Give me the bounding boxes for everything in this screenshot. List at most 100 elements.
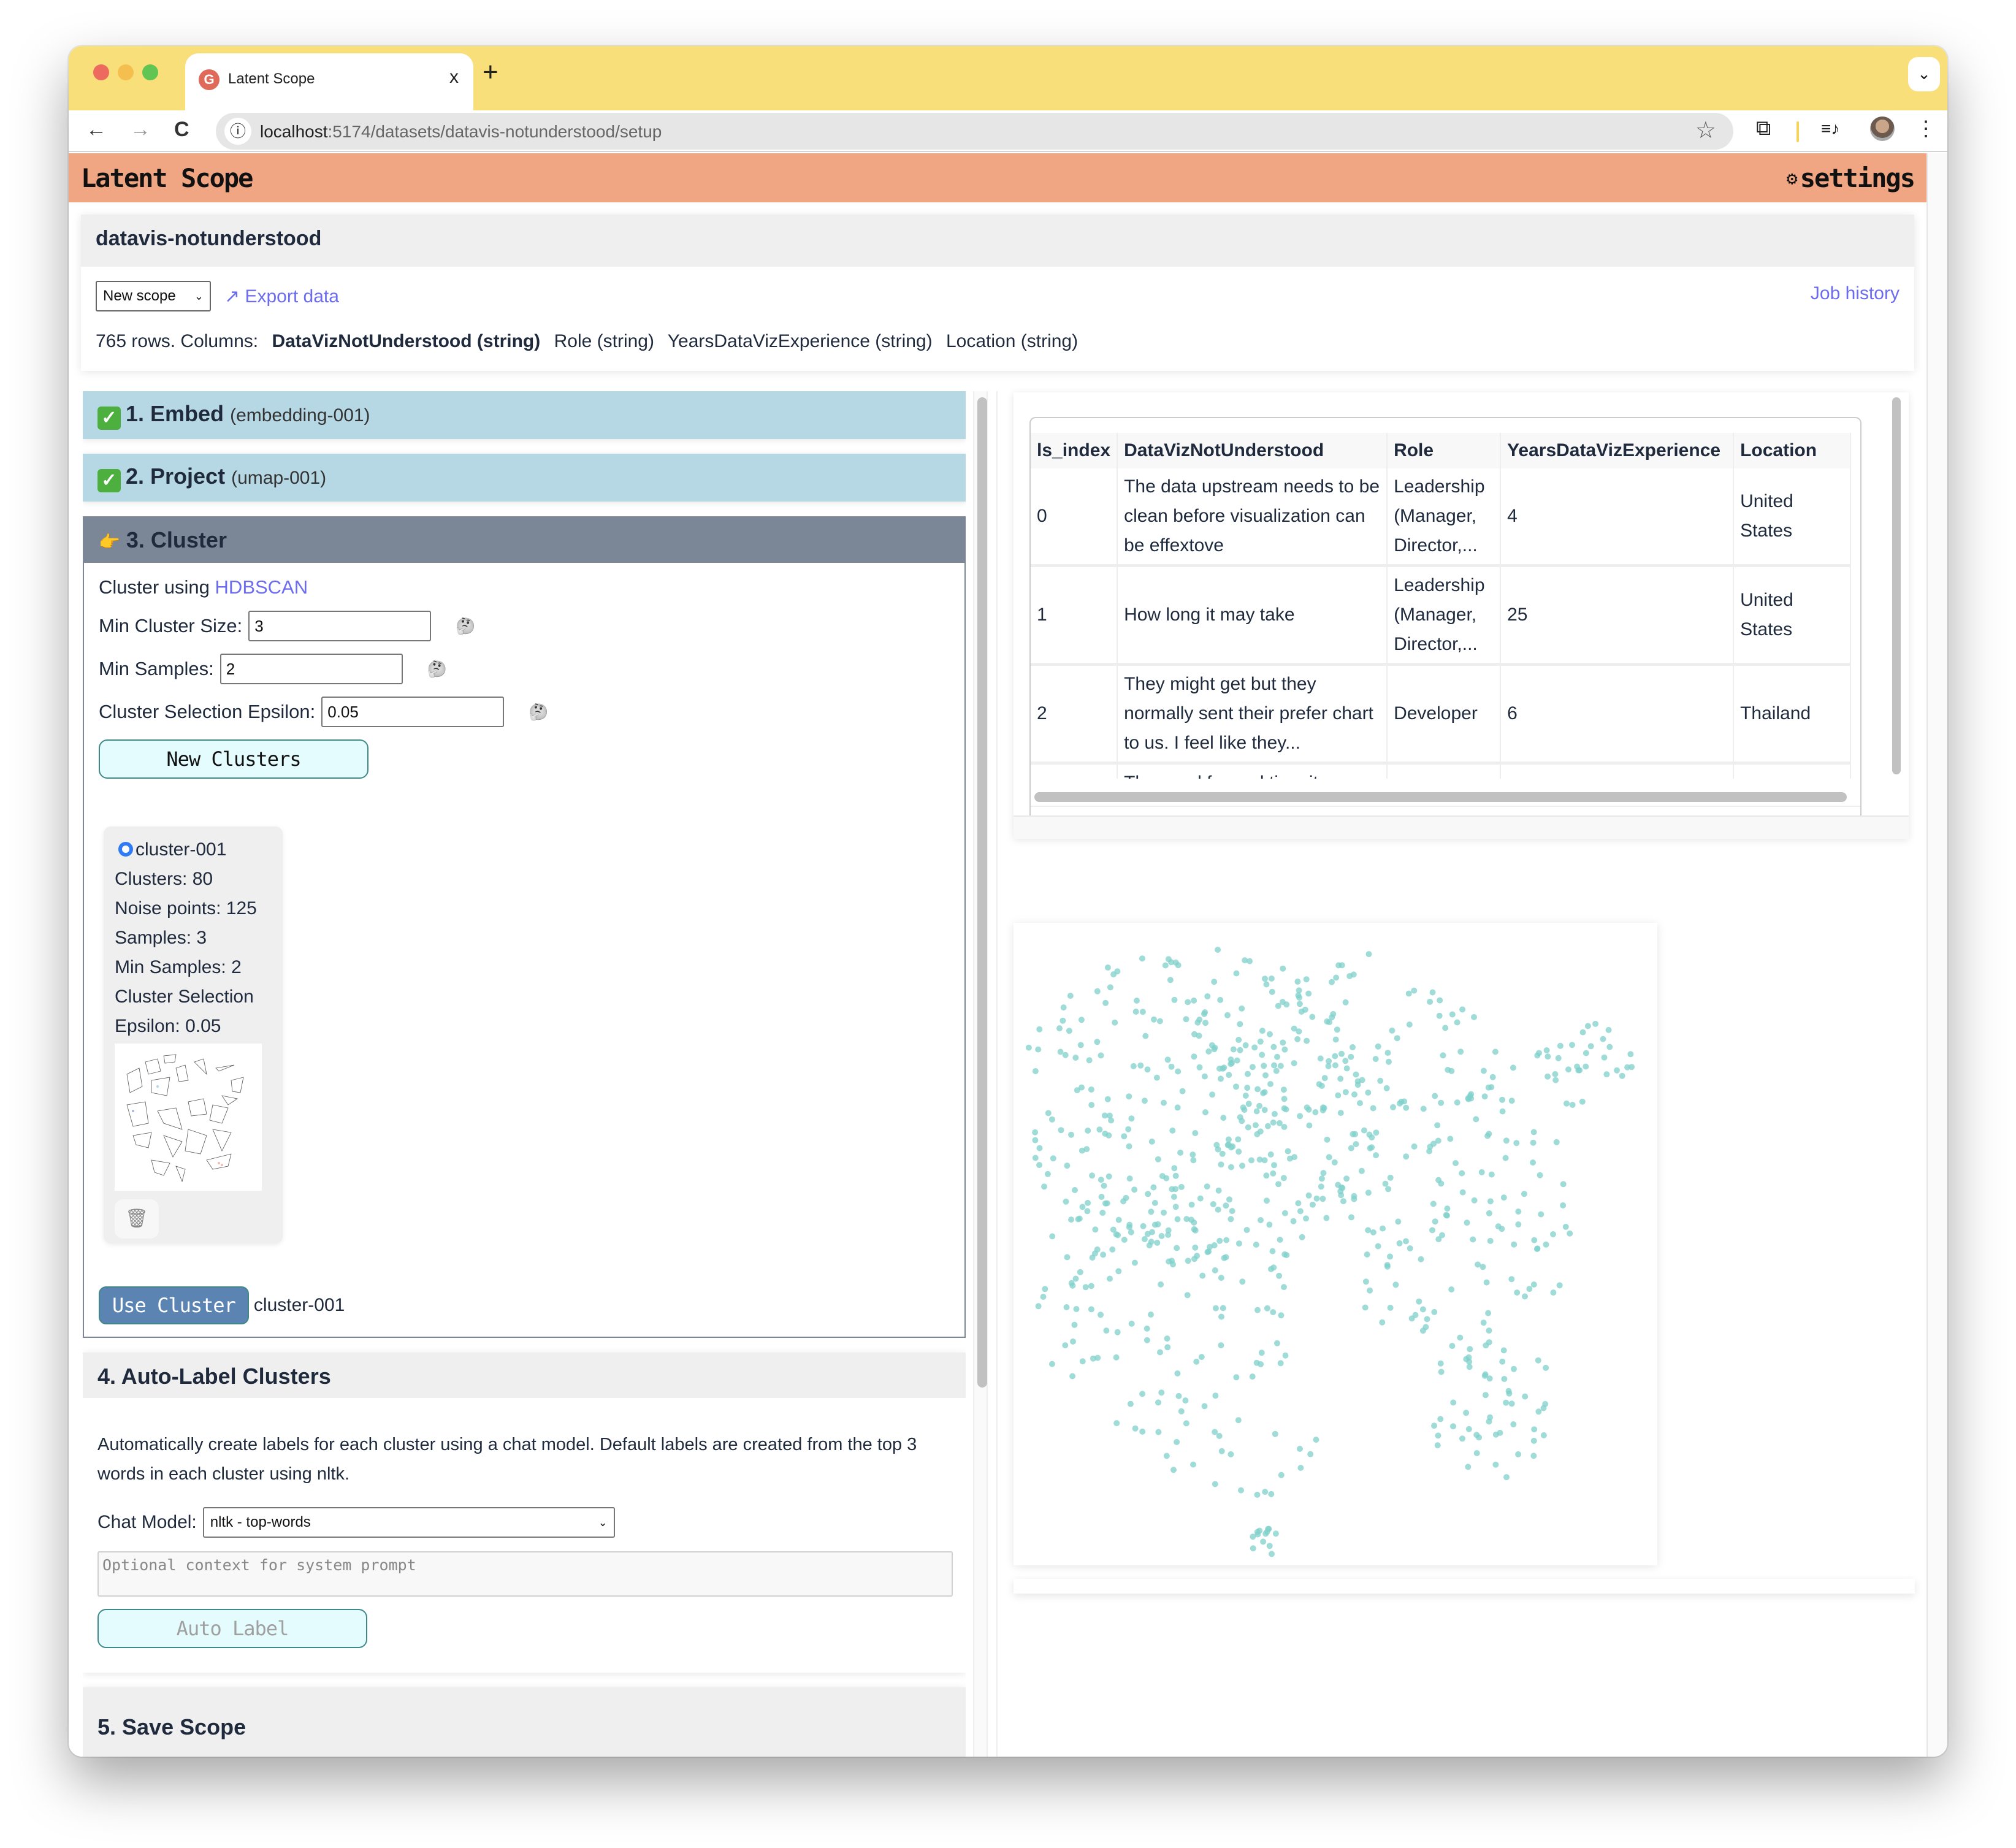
- scatter-point[interactable]: [1471, 1014, 1477, 1020]
- scatter-point[interactable]: [1139, 1391, 1146, 1397]
- scatter-point[interactable]: [1086, 1057, 1093, 1064]
- close-window-button[interactable]: [93, 64, 109, 80]
- scatter-point[interactable]: [1442, 1025, 1449, 1031]
- scatter-point[interactable]: [1556, 1282, 1563, 1289]
- scatter-point[interactable]: [1228, 1056, 1234, 1063]
- scatter-point[interactable]: [1127, 1400, 1134, 1407]
- scatter-point[interactable]: [1098, 1177, 1104, 1183]
- scatter-point[interactable]: [1274, 1340, 1280, 1346]
- scatter-point[interactable]: [1098, 1312, 1104, 1318]
- scatter-point[interactable]: [1291, 1025, 1297, 1032]
- scatter-point[interactable]: [1510, 1421, 1517, 1427]
- scatter-point[interactable]: [1144, 1066, 1151, 1073]
- scatter-point[interactable]: [1337, 1110, 1344, 1117]
- scatter-point[interactable]: [1239, 1005, 1245, 1012]
- scatter-point[interactable]: [1343, 1175, 1350, 1182]
- scatter-point[interactable]: [1562, 1223, 1569, 1230]
- scatter-point[interactable]: [1157, 1349, 1163, 1356]
- scatter-point[interactable]: [1257, 1128, 1264, 1135]
- scatter-point[interactable]: [1544, 1053, 1551, 1060]
- system-prompt-textarea[interactable]: Optional context for system prompt: [97, 1551, 953, 1597]
- scatter-point[interactable]: [1579, 1098, 1586, 1105]
- scatter-point[interactable]: [1465, 1354, 1472, 1361]
- scatter-point[interactable]: [1296, 1001, 1303, 1007]
- scatter-point[interactable]: [1271, 1110, 1278, 1117]
- delete-cluster-button[interactable]: 🗑: [115, 1199, 159, 1239]
- scatter-point[interactable]: [1552, 1077, 1559, 1083]
- scatter-point[interactable]: [1457, 1334, 1464, 1341]
- scatter-point[interactable]: [1174, 1216, 1181, 1223]
- scatter-point[interactable]: [1172, 1204, 1179, 1210]
- scatter-point[interactable]: [1126, 1221, 1133, 1228]
- scatter-point[interactable]: [1068, 1131, 1074, 1138]
- scatter-point[interactable]: [1560, 1202, 1567, 1208]
- scatter-point[interactable]: [1351, 1091, 1357, 1098]
- scatter-point[interactable]: [1459, 1435, 1465, 1442]
- scatter-point[interactable]: [1542, 1400, 1549, 1407]
- scatter-point[interactable]: [1148, 1239, 1155, 1245]
- scatter-point[interactable]: [1601, 1054, 1608, 1061]
- help-thinking-icon[interactable]: 🤔: [456, 617, 475, 636]
- scatter-point[interactable]: [1500, 1194, 1507, 1201]
- scatter-point[interactable]: [1212, 1044, 1218, 1051]
- scatter-point[interactable]: [1511, 1241, 1518, 1248]
- scatter-point[interactable]: [1326, 1019, 1333, 1026]
- scatter-point[interactable]: [1178, 1408, 1185, 1415]
- tab-close-icon[interactable]: x: [449, 67, 459, 88]
- column-header[interactable]: Location: [1733, 433, 1851, 468]
- scatter-point[interactable]: [1242, 1042, 1249, 1048]
- scatter-point[interactable]: [1431, 1422, 1437, 1429]
- scatter-point[interactable]: [1370, 1229, 1376, 1235]
- scatter-point[interactable]: [1276, 1272, 1283, 1279]
- scatter-point[interactable]: [1085, 1128, 1091, 1134]
- scatter-point[interactable]: [1190, 1157, 1197, 1164]
- scatter-point[interactable]: [1156, 1018, 1163, 1025]
- scatter-point[interactable]: [1280, 1086, 1287, 1093]
- scatter-point[interactable]: [1486, 1418, 1492, 1425]
- scatter-point[interactable]: [1072, 1055, 1079, 1061]
- scatter-point[interactable]: [1256, 1102, 1262, 1109]
- scatter-point[interactable]: [1280, 1175, 1287, 1182]
- scatter-point[interactable]: [1600, 1036, 1606, 1042]
- scatter-point[interactable]: [1486, 1210, 1492, 1216]
- scatter-point[interactable]: [1324, 1136, 1331, 1143]
- scatter-point[interactable]: [1390, 1104, 1396, 1110]
- scatter-point[interactable]: [1169, 1127, 1176, 1134]
- scatter-point[interactable]: [1448, 1286, 1455, 1292]
- scatter-point[interactable]: [1463, 1410, 1470, 1416]
- scatter-point[interactable]: [1486, 1327, 1492, 1334]
- scatter-point[interactable]: [1473, 1116, 1480, 1123]
- scatter-point[interactable]: [1338, 962, 1345, 969]
- scatter-point[interactable]: [1326, 1058, 1332, 1064]
- scatter-point[interactable]: [1438, 1180, 1445, 1187]
- scatter-point[interactable]: [1172, 1172, 1179, 1179]
- scatter-point[interactable]: [1062, 1342, 1069, 1349]
- scatter-point[interactable]: [1515, 1451, 1522, 1457]
- scatter-point[interactable]: [1155, 1399, 1161, 1406]
- scatter-point[interactable]: [1305, 1106, 1312, 1113]
- scatter-point[interactable]: [1261, 1107, 1268, 1113]
- scatter-point[interactable]: [1126, 1093, 1132, 1100]
- scatter-point[interactable]: [1569, 1102, 1576, 1108]
- scatter-point[interactable]: [1377, 1077, 1384, 1084]
- scatter-point[interactable]: [1557, 1042, 1564, 1049]
- scatter-point[interactable]: [1424, 1316, 1430, 1323]
- scatter-point[interactable]: [1454, 1019, 1460, 1026]
- scatter-point[interactable]: [1531, 1426, 1538, 1433]
- scatter-point[interactable]: [1331, 1159, 1338, 1166]
- scatter-point[interactable]: [1257, 1038, 1264, 1045]
- scatter-point[interactable]: [1579, 1029, 1586, 1036]
- scatter-point[interactable]: [1262, 1489, 1269, 1495]
- scatter-point[interactable]: [1449, 1011, 1456, 1018]
- scatter-point[interactable]: [1606, 1044, 1613, 1050]
- scatter-point[interactable]: [1332, 1053, 1338, 1060]
- scatter-point[interactable]: [1185, 1258, 1191, 1264]
- scatter-point[interactable]: [1142, 1033, 1149, 1039]
- scatter-point[interactable]: [1263, 1172, 1270, 1179]
- left-panel-scrollbar[interactable]: [973, 391, 988, 1757]
- scatter-point[interactable]: [1530, 1159, 1537, 1166]
- scatter-point[interactable]: [1534, 1245, 1541, 1252]
- scatter-point[interactable]: [1342, 1089, 1349, 1096]
- scatter-point[interactable]: [1380, 1225, 1386, 1232]
- scatter-point[interactable]: [1305, 990, 1312, 997]
